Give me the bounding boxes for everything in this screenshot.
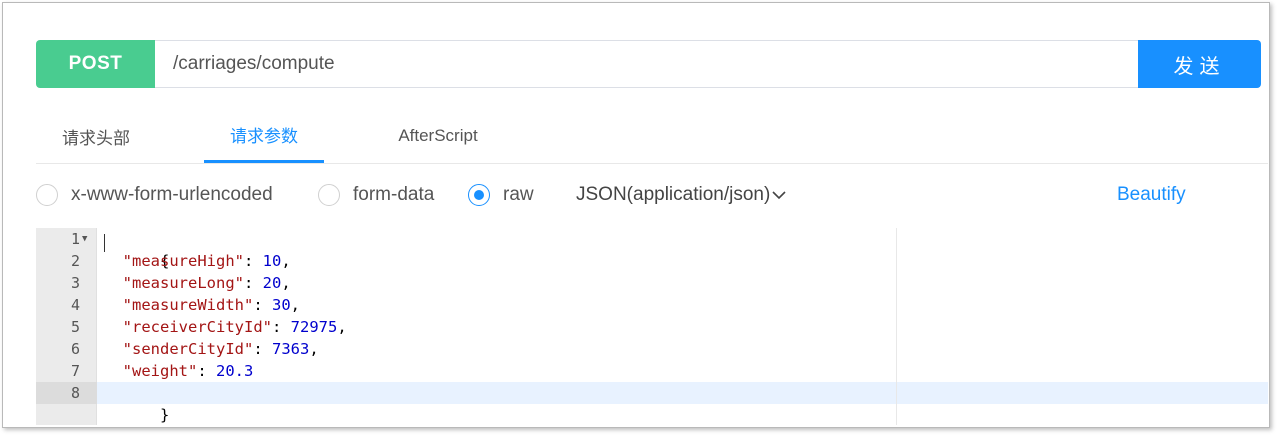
url-input[interactable]: /carriages/compute — [155, 40, 1138, 88]
fold-arrow-icon[interactable]: ▼ — [82, 228, 87, 250]
json-key: "measureWidth" — [122, 296, 254, 314]
json-key: "weight" — [122, 362, 198, 380]
json-value: 20 — [262, 274, 282, 292]
beautify-button[interactable]: Beautify — [1117, 177, 1186, 213]
json-key: "receiverCityId" — [122, 318, 272, 336]
code-line: "measureLong": 20, — [122, 274, 291, 292]
content-type-value: JSON(application/json) — [576, 184, 771, 205]
radio-label-raw: raw — [503, 184, 534, 205]
radio-label-form-data: form-data — [353, 184, 435, 205]
tab-request-params[interactable]: 请求参数 — [204, 109, 324, 163]
active-line-highlight — [97, 382, 1268, 404]
json-editor[interactable]: 1 ▼ 2 3 4 5 6 7 8 { "measureHigh": 10, "… — [36, 228, 1268, 425]
line-number: 8 — [70, 384, 80, 402]
json-key: "measureHigh" — [122, 252, 244, 270]
radio-raw[interactable] — [468, 184, 490, 206]
radio-option-form-data[interactable]: form-data — [318, 177, 434, 213]
line-number: 1 — [70, 230, 80, 248]
code-line: "measureWidth": 30, — [122, 296, 301, 314]
send-button[interactable]: 发送 — [1138, 40, 1261, 88]
json-value: 20.3 — [216, 362, 254, 380]
radio-option-raw[interactable]: raw — [468, 177, 534, 213]
line-number: 5 — [70, 318, 80, 336]
tab-request-headers[interactable]: 请求头部 — [36, 109, 156, 163]
line-number: 4 — [70, 296, 80, 314]
json-key: "senderCityId" — [122, 340, 254, 358]
print-margin — [896, 228, 897, 425]
code-line: "weight": 20.3 — [122, 362, 254, 380]
json-key: "measureLong" — [122, 274, 244, 292]
code-line: "senderCityId": 7363, — [122, 340, 319, 358]
json-value: 7363 — [272, 340, 310, 358]
json-value: 10 — [262, 252, 282, 270]
code-line: "measureHigh": 10, — [122, 252, 291, 270]
api-request-panel: POST /carriages/compute 发送 请求头部 请求参数 Aft… — [2, 2, 1270, 428]
line-number: 7 — [70, 362, 80, 380]
line-number: 2 — [70, 252, 80, 270]
close-brace: } — [160, 406, 170, 424]
method-select-button[interactable]: POST — [36, 40, 155, 88]
json-value: 30 — [272, 296, 291, 314]
code-line: { — [104, 228, 169, 270]
content-type-dropdown[interactable]: JSON(application/json) — [576, 177, 786, 213]
line-number: 6 — [70, 340, 80, 358]
line-number: 3 — [70, 274, 80, 292]
json-value: 72975 — [290, 318, 338, 336]
code-line: } — [104, 382, 169, 424]
body-type-selector: x-www-form-urlencoded form-data raw JSON… — [36, 177, 1268, 213]
radio-form-data[interactable] — [318, 184, 340, 206]
request-tabs: 请求头部 请求参数 AfterScript — [36, 109, 1268, 164]
radio-option-urlencoded[interactable]: x-www-form-urlencoded — [36, 177, 273, 213]
url-bar: POST /carriages/compute 发送 — [36, 40, 1261, 88]
chevron-down-icon — [772, 187, 786, 203]
radio-urlencoded[interactable] — [36, 184, 58, 206]
tab-afterscript[interactable]: AfterScript — [376, 109, 500, 163]
radio-label-urlencoded: x-www-form-urlencoded — [71, 184, 273, 205]
code-line: "receiverCityId": 72975, — [122, 318, 347, 336]
